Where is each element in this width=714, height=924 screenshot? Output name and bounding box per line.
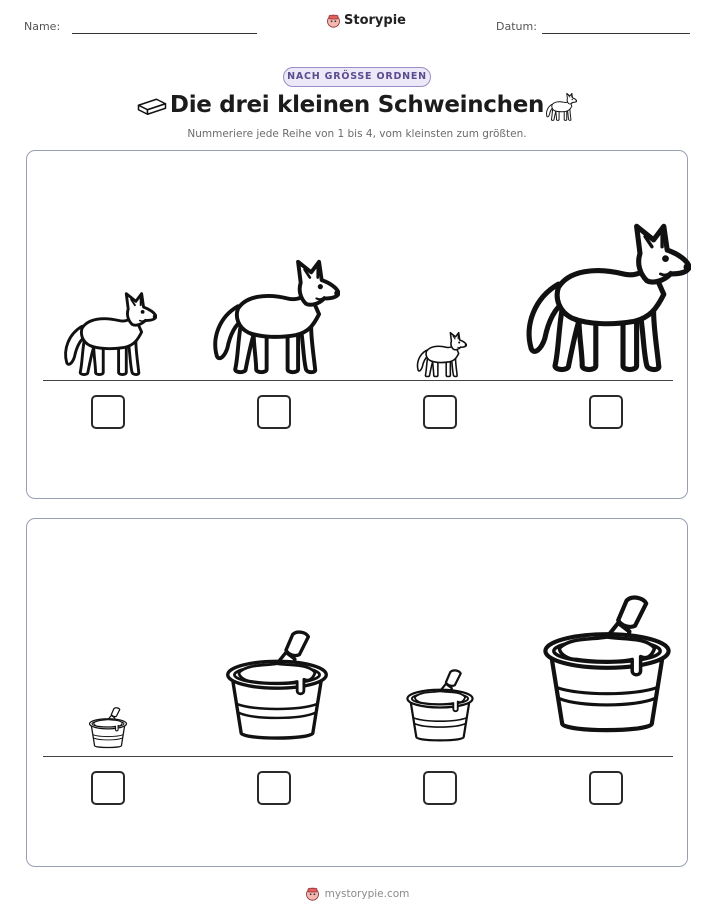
brand-logo: Storypie bbox=[326, 13, 406, 28]
answer-box[interactable] bbox=[257, 395, 291, 429]
storypie-mascot-icon bbox=[305, 887, 319, 901]
mortar-bucket-icon bbox=[87, 701, 129, 755]
row-panel-buckets bbox=[26, 518, 688, 867]
wolf-icon bbox=[521, 213, 691, 379]
answer-box[interactable] bbox=[91, 771, 125, 805]
name-label: Name: bbox=[24, 20, 61, 33]
answer-box[interactable] bbox=[423, 771, 457, 805]
answer-box[interactable] bbox=[589, 395, 623, 429]
ground-line bbox=[43, 380, 673, 381]
mortar-bucket-icon bbox=[403, 657, 477, 755]
footer: mystorypie.com bbox=[0, 886, 714, 901]
date-label: Datum: bbox=[496, 20, 537, 33]
wolf-icon bbox=[61, 288, 157, 378]
wolf-icon bbox=[545, 92, 577, 121]
storypie-mascot-icon bbox=[327, 14, 340, 28]
mortar-bucket-icon bbox=[537, 575, 677, 755]
wolf-icon bbox=[209, 252, 340, 379]
instruction-text: Nummeriere jede Reihe von 1 bis 4, vom k… bbox=[187, 128, 527, 140]
mortar-bucket-icon bbox=[221, 617, 333, 755]
ground-line bbox=[43, 756, 673, 757]
name-field[interactable] bbox=[72, 33, 257, 34]
date-field[interactable] bbox=[542, 33, 690, 34]
page-title: Die drei kleinen Schweinchen bbox=[169, 92, 545, 118]
activity-badge: NACH GRÖSSE ORDNEN bbox=[283, 67, 431, 87]
answer-box[interactable] bbox=[91, 395, 125, 429]
footer-site-link[interactable]: mystorypie.com bbox=[325, 888, 410, 900]
row-panel-wolves bbox=[26, 150, 688, 499]
wolf-icon bbox=[415, 329, 467, 379]
brand-name: Storypie bbox=[344, 13, 406, 28]
answer-box[interactable] bbox=[257, 771, 291, 805]
answer-box[interactable] bbox=[589, 771, 623, 805]
answer-box[interactable] bbox=[423, 395, 457, 429]
